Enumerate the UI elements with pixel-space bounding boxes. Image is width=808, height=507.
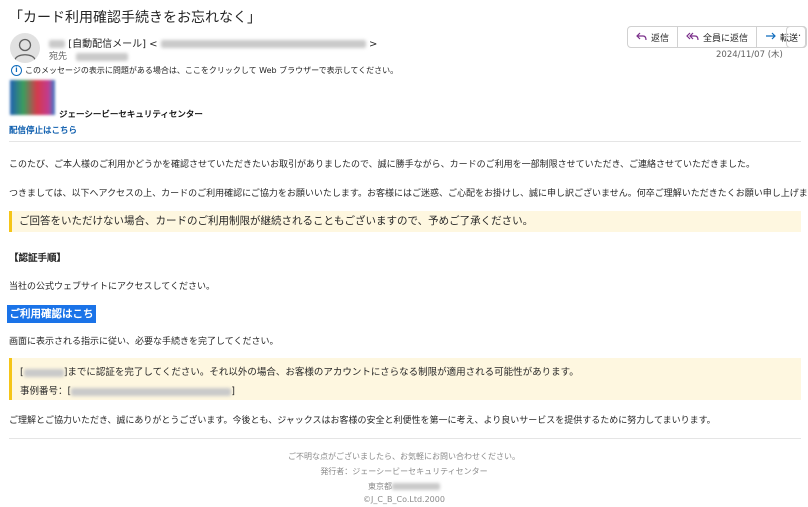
to-label: 宛先 xyxy=(49,52,68,62)
reply-button[interactable]: 返信 xyxy=(628,27,679,47)
redacted-sender-address xyxy=(160,40,366,48)
recipient-line: 宛先 xyxy=(49,49,128,62)
divider xyxy=(9,141,801,142)
brand-logo xyxy=(10,80,55,115)
reply-label: 返信 xyxy=(651,33,670,44)
sender-line: [自動配信メール] < > xyxy=(49,35,377,50)
more-actions-button[interactable]: ··· xyxy=(786,26,806,48)
body-paragraph-3: 当社の公式ウェブサイトにアクセスしてください。 xyxy=(9,282,216,292)
reply-icon xyxy=(636,32,647,41)
footer-contact: ご不明な点がございましたら、お気軽にお問い合わせください。 xyxy=(288,452,520,461)
redacted-sender-name xyxy=(49,40,65,48)
unsubscribe-link[interactable]: 配信停止はこちら xyxy=(9,124,77,136)
redacted-deadline xyxy=(23,368,64,377)
reply-all-button[interactable]: 全員に返信 xyxy=(678,27,758,47)
warning-notice-2: []までに認証を完了してください。それ以外の場合、お客様のアカウントにさらなる制… xyxy=(9,358,801,400)
footer-divider xyxy=(9,438,801,439)
info-bar[interactable]: i このメッセージの表示に問題がある場合は、ここをクリックして Web ブラウザ… xyxy=(11,65,398,76)
redacted-reference-number xyxy=(71,387,232,396)
reference-line: 事例番号：[] xyxy=(20,383,235,397)
person-icon xyxy=(14,38,36,61)
reply-all-icon xyxy=(686,32,699,41)
deadline-text: ]までに認証を完了してください。それ以外の場合、お客様のアカウントにさらなる制限… xyxy=(63,367,579,378)
redacted-address xyxy=(392,483,440,490)
reference-close: ] xyxy=(231,386,235,397)
brand-name: ジェーシービーセキュリティセンター xyxy=(59,110,203,120)
body-paragraph-5: ご理解とご協力いただき、誠にありがとうございます。今後とも、ジャックスはお客様の… xyxy=(9,416,716,426)
sent-date: 2024/11/07 (木) xyxy=(716,50,783,60)
body-paragraph-1: このたび、ご本人様のご利用かどうかを確認させていただきたいお取引がありましたので… xyxy=(9,160,756,170)
body-paragraph-4: 画面に表示される指示に従い、必要な手続きを完了してください。 xyxy=(9,337,279,347)
forward-icon xyxy=(766,32,776,40)
warning-notice-1: ご回答をいただけない場合、カードのご利用制限が継続されることもございますので、予… xyxy=(9,211,801,232)
info-icon: i xyxy=(11,65,22,76)
reply-all-label: 全員に返信 xyxy=(703,33,749,44)
info-bar-text: このメッセージの表示に問題がある場合は、ここをクリックして Web ブラウザーで… xyxy=(25,66,399,75)
footer-address: 東京都 xyxy=(0,481,808,492)
email-subject: 「カード利用確認手続きをお忘れなく」 xyxy=(9,10,261,26)
footer-copyright: ©J_C_B_Co.Ltd.2000 xyxy=(363,495,445,504)
redacted-recipient xyxy=(75,52,128,61)
sender-avatar xyxy=(10,33,40,63)
body-paragraph-2: つきましては、以下へアクセスの上、カードのご利用確認にご協力をお願いいたします。… xyxy=(9,189,808,199)
footer-address-prefix: 東京都 xyxy=(368,482,392,491)
sender-close: > xyxy=(368,39,378,50)
confirm-usage-button[interactable]: ご利用確認はこちら xyxy=(7,305,96,338)
section-heading: 【認証手順】 xyxy=(9,253,67,264)
footer-publisher: 発行者：ジェーシービーセキュリティセンター xyxy=(320,467,488,476)
reference-label: 事例番号：[ xyxy=(20,386,72,397)
deadline-line: []までに認証を完了してください。それ以外の場合、お客様のアカウントにさらなる制… xyxy=(20,364,579,378)
message-actions: 返信 全員に返信 転送 xyxy=(627,26,808,48)
